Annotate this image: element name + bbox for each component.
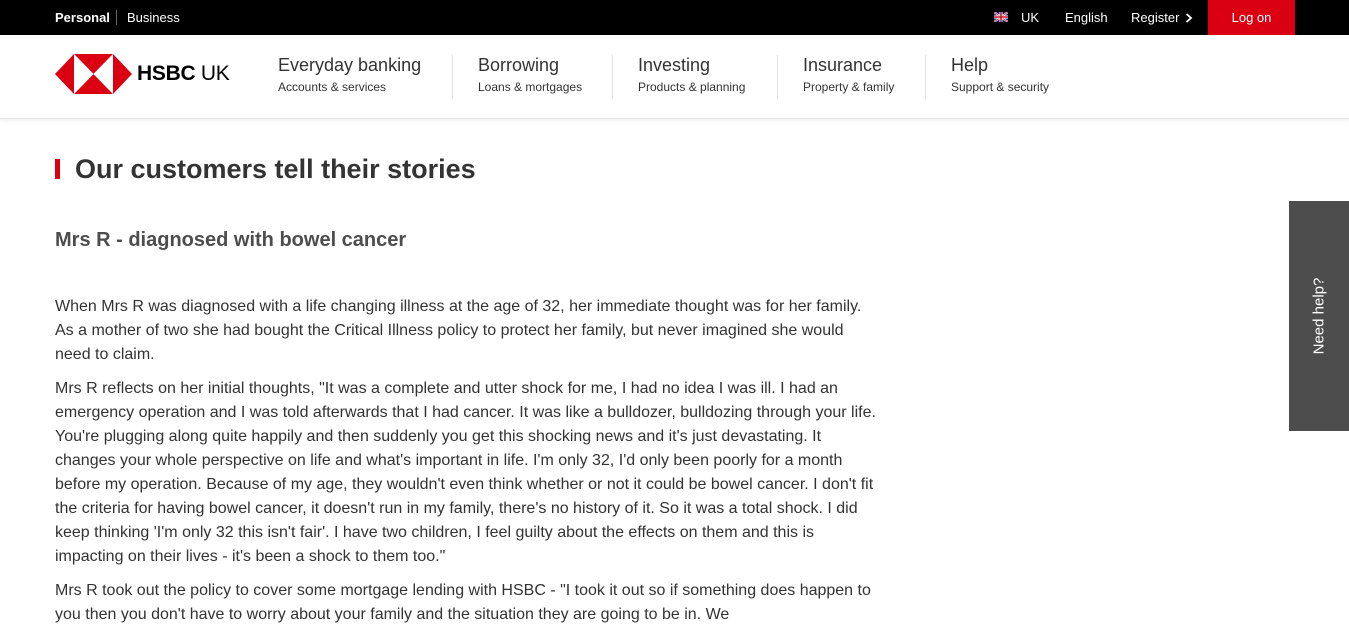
brand-wordmark: HSBC UK — [137, 62, 230, 85]
nav-insurance[interactable]: Insurance Property & family — [803, 55, 894, 94]
chevron-right-icon — [1185, 13, 1193, 23]
nav-title: Help — [951, 55, 989, 75]
uk-flag-icon — [994, 12, 1008, 22]
page-title: Our customers tell their stories — [75, 154, 476, 184]
register-link[interactable]: Register — [1131, 0, 1179, 35]
hsbc-logo-link[interactable]: HSBC UK — [55, 54, 235, 94]
nav-borrowing[interactable]: Borrowing Loans & mortgages — [478, 55, 582, 94]
nav-title: Everyday banking — [278, 55, 422, 75]
nav-separator — [612, 55, 613, 99]
nav-help[interactable]: Help Support & security — [951, 55, 1049, 94]
story-paragraph: Mrs R took out the policy to cover some … — [55, 582, 871, 623]
nav-subtitle: Loans & mortgages — [478, 80, 583, 94]
segment-divider — [116, 10, 117, 25]
main-header: HSBC UK Everyday banking Accounts & serv… — [0, 35, 1349, 119]
nav-subtitle: Products & planning — [638, 80, 746, 94]
nav-subtitle: Support & security — [951, 80, 1050, 94]
nav-subtitle: Accounts & services — [278, 80, 387, 94]
country-selector[interactable]: UK — [1021, 0, 1039, 35]
story-body: When Mrs R was diagnosed with a life cha… — [55, 295, 880, 637]
language-selector[interactable]: English — [1065, 0, 1108, 35]
nav-title: Borrowing — [478, 55, 560, 75]
need-help-tab[interactable]: Need help? — [1289, 201, 1349, 431]
nav-separator — [452, 55, 453, 99]
title-accent-bar — [55, 159, 60, 179]
story-subtitle: Mrs R - diagnosed with bowel cancer — [55, 229, 407, 251]
story-paragraph: Mrs R reflects on her initial thoughts, … — [55, 380, 876, 565]
need-help-label: Need help? — [1310, 277, 1328, 355]
nav-investing[interactable]: Investing Products & planning — [638, 55, 745, 94]
segment-personal-link[interactable]: Personal — [55, 0, 110, 35]
nav-title: Investing — [638, 55, 711, 75]
nav-separator — [777, 55, 778, 99]
nav-separator — [925, 55, 926, 99]
top-utility-bar: Personal Business UK English Register Lo… — [0, 0, 1349, 35]
nav-subtitle: Property & family — [803, 80, 895, 94]
nav-everyday-banking[interactable]: Everyday banking Accounts & services — [278, 55, 421, 94]
nav-title: Insurance — [803, 55, 883, 75]
story-paragraph: When Mrs R was diagnosed with a life cha… — [55, 298, 862, 363]
log-on-button[interactable]: Log on — [1208, 0, 1295, 35]
hsbc-hexagon-logo — [55, 54, 132, 94]
segment-business-link[interactable]: Business — [127, 0, 180, 35]
